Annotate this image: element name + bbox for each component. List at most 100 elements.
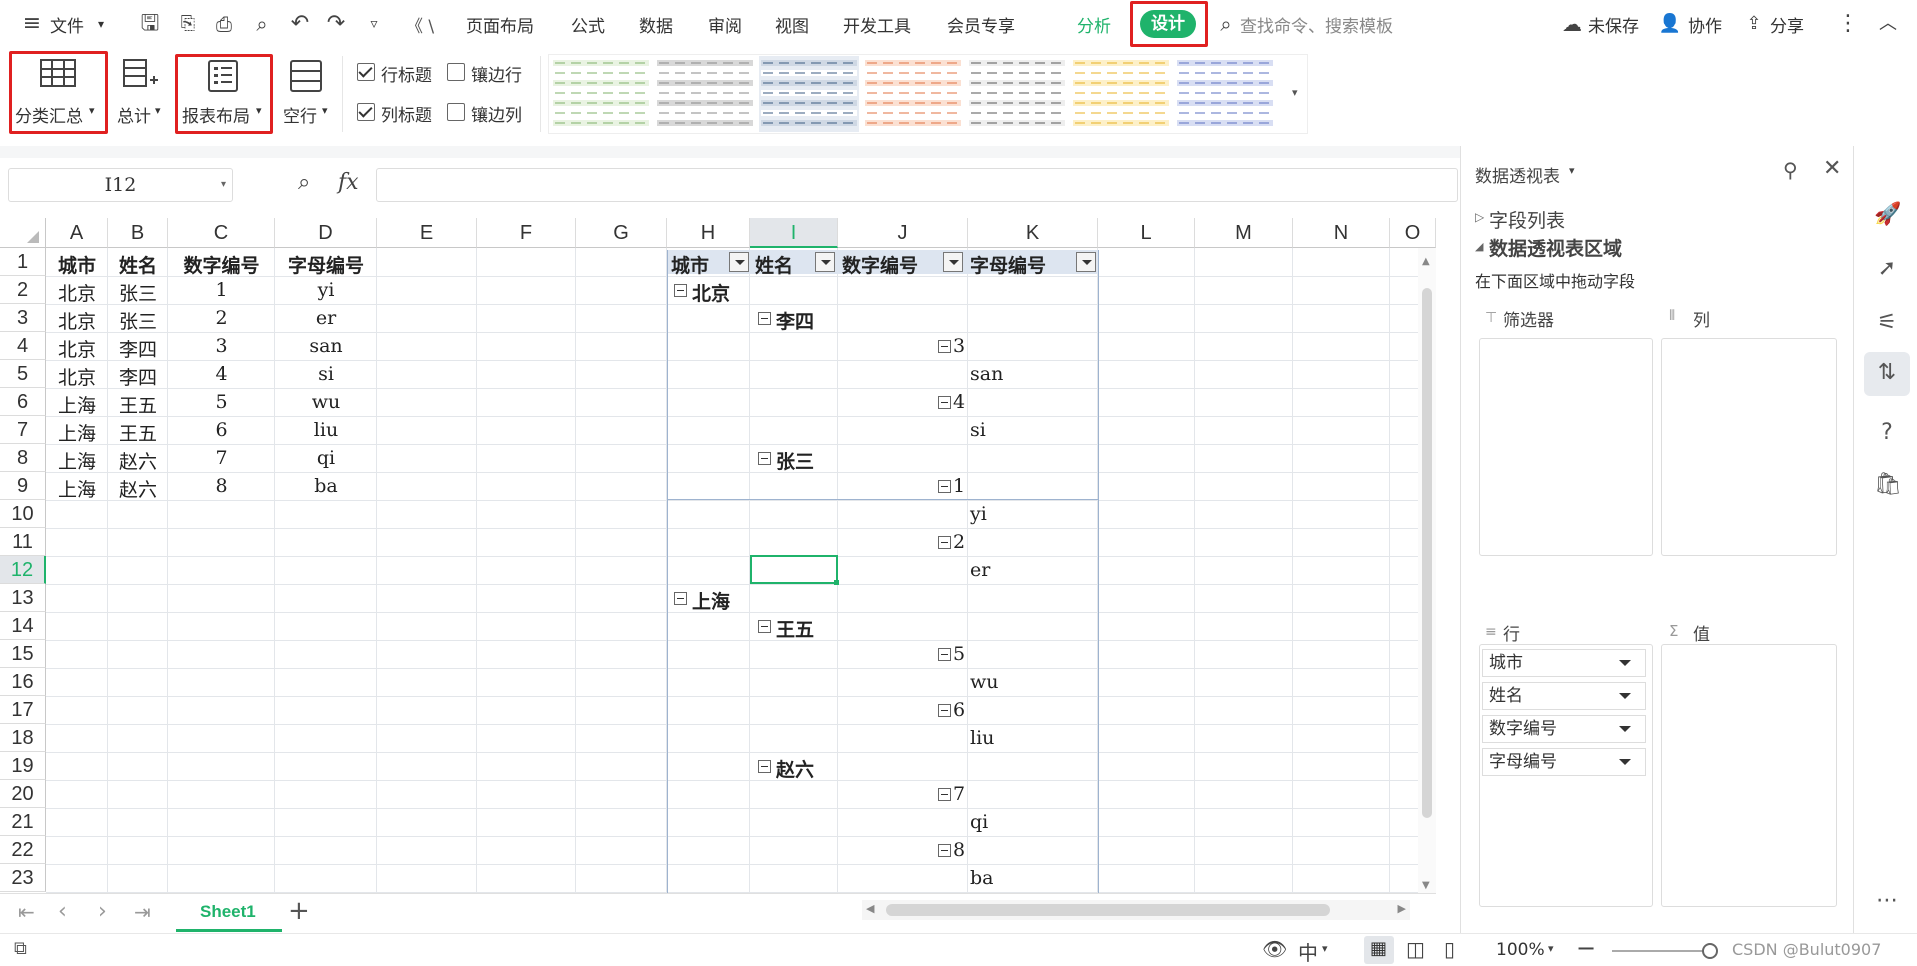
undo-icon[interactable]: ↶	[286, 10, 314, 38]
row-field-city[interactable]: 城市	[1482, 649, 1646, 677]
row-header-17[interactable]: 17	[0, 696, 46, 724]
pivot-style-thumb[interactable]	[967, 56, 1067, 132]
column-header-C[interactable]: C	[168, 218, 275, 248]
chevron-down-icon[interactable]	[1619, 693, 1631, 699]
collapse-toggle-icon[interactable]	[938, 536, 951, 549]
chevron-down-icon[interactable]: ▾	[1569, 164, 1575, 177]
pin-icon[interactable]: ⚲	[1783, 158, 1798, 182]
column-header-J[interactable]: J	[838, 218, 968, 248]
tab-data[interactable]: 数据	[639, 12, 673, 37]
pivot-style-thumb[interactable]	[1071, 56, 1171, 132]
print-preview-icon[interactable]: ⌕	[248, 10, 276, 38]
zoom-slider-handle[interactable]	[1702, 943, 1718, 959]
collapse-toggle-icon[interactable]	[938, 480, 951, 493]
filter-drop-area[interactable]	[1479, 338, 1653, 556]
row-header-21[interactable]: 21	[0, 808, 46, 836]
pivot-filter-dropdown[interactable]	[815, 252, 835, 272]
total-button[interactable]: 总计	[117, 102, 151, 127]
sliders-icon[interactable]: ⚟	[1874, 310, 1900, 336]
column-header-M[interactable]: M	[1195, 218, 1293, 248]
collapse-toggle-icon[interactable]	[938, 788, 951, 801]
row-header-15[interactable]: 15	[0, 640, 46, 668]
collapse-toggle-icon[interactable]	[758, 620, 771, 633]
pivot-style-thumb[interactable]	[551, 56, 651, 132]
collapse-toggle-icon[interactable]	[758, 312, 771, 325]
menu-file[interactable]: 文件	[50, 12, 84, 37]
scroll-left-icon[interactable]: ◀	[866, 902, 874, 915]
collapse-toggle-icon[interactable]	[938, 704, 951, 717]
row-field-name[interactable]: 姓名	[1482, 682, 1646, 710]
pivot-style-thumb[interactable]	[655, 56, 755, 132]
column-header-N[interactable]: N	[1293, 218, 1390, 248]
spreadsheet-grid[interactable]: ABCDEFGHIJKLMNO 1 2 3 4 5 6 7 8 9 10 11 12 13 14 15 16 1…	[0, 218, 1436, 893]
column-header-A[interactable]: A	[46, 218, 108, 248]
save-icon[interactable]: 🖫	[136, 10, 164, 38]
tab-developer[interactable]: 开发工具	[843, 12, 911, 37]
row-header-7[interactable]: 7	[0, 416, 46, 444]
chevron-down-icon[interactable]: ▾	[98, 17, 104, 31]
chevron-down-icon[interactable]	[1619, 759, 1631, 765]
selected-cell[interactable]	[750, 555, 838, 584]
column-drop-area[interactable]	[1661, 338, 1837, 556]
macro-record-icon[interactable]: ⧉	[14, 938, 27, 959]
row-header-10[interactable]: 10	[0, 500, 46, 528]
menu-truncated-tab[interactable]: 《 \	[406, 12, 434, 37]
chevron-down-icon[interactable]: ▾	[1322, 942, 1328, 955]
name-box[interactable]: I12 ▾	[8, 168, 233, 202]
column-header-I[interactable]: I	[750, 218, 838, 248]
prev-sheet-icon[interactable]: ‹	[58, 899, 67, 924]
last-sheet-icon[interactable]: ⇥	[134, 900, 151, 924]
col-header-checkbox[interactable]	[357, 103, 375, 121]
redo-icon[interactable]: ↷	[322, 10, 350, 38]
column-header-H[interactable]: H	[667, 218, 750, 248]
row-field-letter[interactable]: 字母编号	[1482, 748, 1646, 776]
collapse-ribbon-icon[interactable]: ︿	[1874, 10, 1902, 38]
row-header-19[interactable]: 19	[0, 752, 46, 780]
collapse-toggle-icon[interactable]	[938, 648, 951, 661]
more-dropdown-icon[interactable]: ▿	[360, 10, 388, 38]
report-layout-button[interactable]: 报表布局	[182, 102, 250, 127]
collab-button[interactable]: 协作	[1688, 12, 1722, 37]
collapse-toggle-icon[interactable]	[938, 340, 951, 353]
pivot-filter-dropdown[interactable]	[943, 252, 963, 272]
more-horizontal-icon[interactable]: ⋯	[1874, 888, 1900, 914]
panel-title[interactable]: 数据透视表	[1475, 162, 1560, 187]
scroll-up-icon[interactable]: ▲	[1422, 256, 1430, 267]
pivot-style-thumb[interactable]	[1175, 56, 1275, 132]
print-icon[interactable]: ⎙	[210, 10, 238, 38]
pivot-style-gallery[interactable]	[548, 54, 1308, 134]
close-icon[interactable]: ✕	[1823, 156, 1841, 181]
row-header-1[interactable]: 1	[0, 248, 46, 276]
collapse-toggle-icon[interactable]	[674, 592, 687, 605]
collapse-toggle-icon[interactable]	[758, 760, 771, 773]
scroll-down-icon[interactable]: ▼	[1422, 880, 1430, 891]
row-header-5[interactable]: 5	[0, 360, 46, 388]
subtotal-button[interactable]: 分类汇总	[15, 102, 83, 127]
pivot-style-thumb[interactable]	[863, 56, 963, 132]
blank-row-button[interactable]: 空行	[283, 102, 317, 127]
column-header-K[interactable]: K	[968, 218, 1098, 248]
search-input[interactable]: 查找命令、搜索模板	[1240, 12, 1393, 37]
row-header-checkbox[interactable]	[357, 63, 375, 81]
column-header-B[interactable]: B	[108, 218, 168, 248]
zoom-slider-track[interactable]	[1612, 950, 1712, 952]
select-all-corner[interactable]	[0, 218, 46, 248]
row-header-12[interactable]: 12	[0, 556, 46, 584]
help-icon[interactable]: ?	[1874, 420, 1900, 446]
column-header-L[interactable]: L	[1098, 218, 1195, 248]
tab-member[interactable]: 会员专享	[947, 12, 1015, 37]
column-header-G[interactable]: G	[576, 218, 667, 248]
first-sheet-icon[interactable]: ⇤	[18, 900, 35, 924]
tab-review[interactable]: 审阅	[708, 12, 742, 37]
pivot-panel-toggle[interactable]: ⇅	[1864, 352, 1910, 396]
row-header-3[interactable]: 3	[0, 304, 46, 332]
column-header-D[interactable]: D	[275, 218, 377, 248]
row-header-6[interactable]: 6	[0, 388, 46, 416]
next-sheet-icon[interactable]: ›	[98, 899, 107, 924]
row-header-11[interactable]: 11	[0, 528, 46, 556]
rocket-icon[interactable]: 🚀	[1874, 202, 1901, 228]
horizontal-scroll-thumb[interactable]	[886, 904, 1330, 916]
unsaved-status[interactable]: 未保存	[1588, 12, 1639, 37]
search-icon[interactable]: ⌕	[1212, 10, 1240, 38]
column-header-E[interactable]: E	[377, 218, 477, 248]
